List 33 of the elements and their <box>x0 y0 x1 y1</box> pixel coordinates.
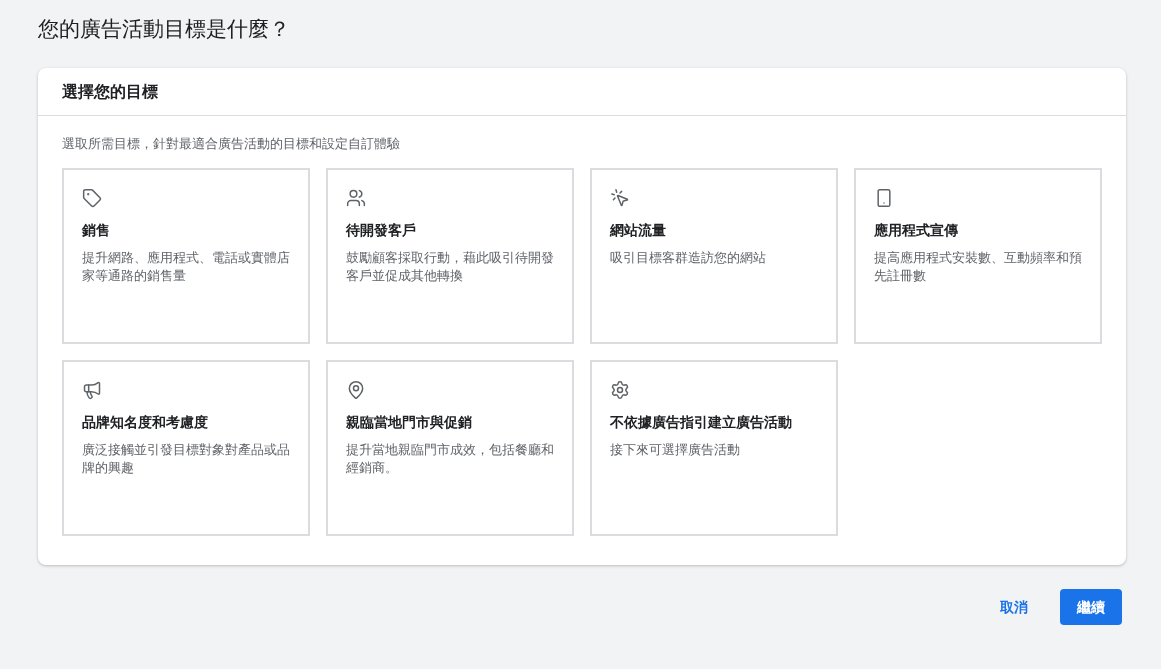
goal-description: 提升網路、應用程式、電話或實體店家等通路的銷售量 <box>82 249 290 285</box>
goal-card[interactable]: 網站流量 吸引目標客群造訪您的網站 <box>590 168 838 344</box>
goal-title: 品牌知名度和考慮度 <box>82 413 208 432</box>
goal-description: 接下來可選擇廣告活動 <box>610 441 740 459</box>
goal-card[interactable]: 親臨當地門市與促銷 提升當地親臨門市成效，包括餐廳和經銷商。 <box>326 360 574 536</box>
goal-description: 鼓勵顧客採取行動，藉此吸引待開發客戶並促成其他轉換 <box>346 249 554 285</box>
panel-subtitle: 選取所需目標，針對最適合廣告活動的目標和設定自訂體驗 <box>62 135 401 153</box>
map-pin-icon <box>346 380 366 400</box>
goal-title: 應用程式宣傳 <box>874 221 958 240</box>
goal-card[interactable]: 應用程式宣傳 提高應用程式安裝數、互動頻率和預先註冊數 <box>854 168 1102 344</box>
goal-description: 廣泛接觸並引發目標對象對產品或品牌的興趣 <box>82 441 290 477</box>
phone-icon <box>874 188 894 208</box>
continue-button[interactable]: 繼續 <box>1060 589 1122 625</box>
goal-title: 網站流量 <box>610 221 666 240</box>
goal-card[interactable]: 銷售 提升網路、應用程式、電話或實體店家等通路的銷售量 <box>62 168 310 344</box>
goal-description: 提升當地親臨門市成效，包括餐廳和經銷商。 <box>346 441 554 477</box>
goal-title: 不依據廣告指引建立廣告活動 <box>610 413 792 432</box>
goal-title: 親臨當地門市與促銷 <box>346 413 472 432</box>
goal-description: 提高應用程式安裝數、互動頻率和預先註冊數 <box>874 249 1082 285</box>
people-icon <box>346 188 366 208</box>
settings-icon <box>610 380 630 400</box>
goal-title: 待開發客戶 <box>346 221 416 240</box>
megaphone-icon <box>82 380 102 400</box>
goal-card[interactable]: 待開發客戶 鼓勵顧客採取行動，藉此吸引待開發客戶並促成其他轉換 <box>326 168 574 344</box>
panel-title: 選擇您的目標 <box>62 81 158 102</box>
page-title: 您的廣告活動目標是什麼？ <box>38 16 291 42</box>
cancel-button[interactable]: 取消 <box>988 589 1040 625</box>
goal-card[interactable]: 品牌知名度和考慮度 廣泛接觸並引發目標對象對產品或品牌的興趣 <box>62 360 310 536</box>
goal-title: 銷售 <box>82 221 110 240</box>
tag-icon <box>82 188 102 208</box>
goal-description: 吸引目標客群造訪您的網站 <box>610 249 766 267</box>
goal-card[interactable]: 不依據廣告指引建立廣告活動 接下來可選擇廣告活動 <box>590 360 838 536</box>
cursor-click-icon <box>610 188 630 208</box>
